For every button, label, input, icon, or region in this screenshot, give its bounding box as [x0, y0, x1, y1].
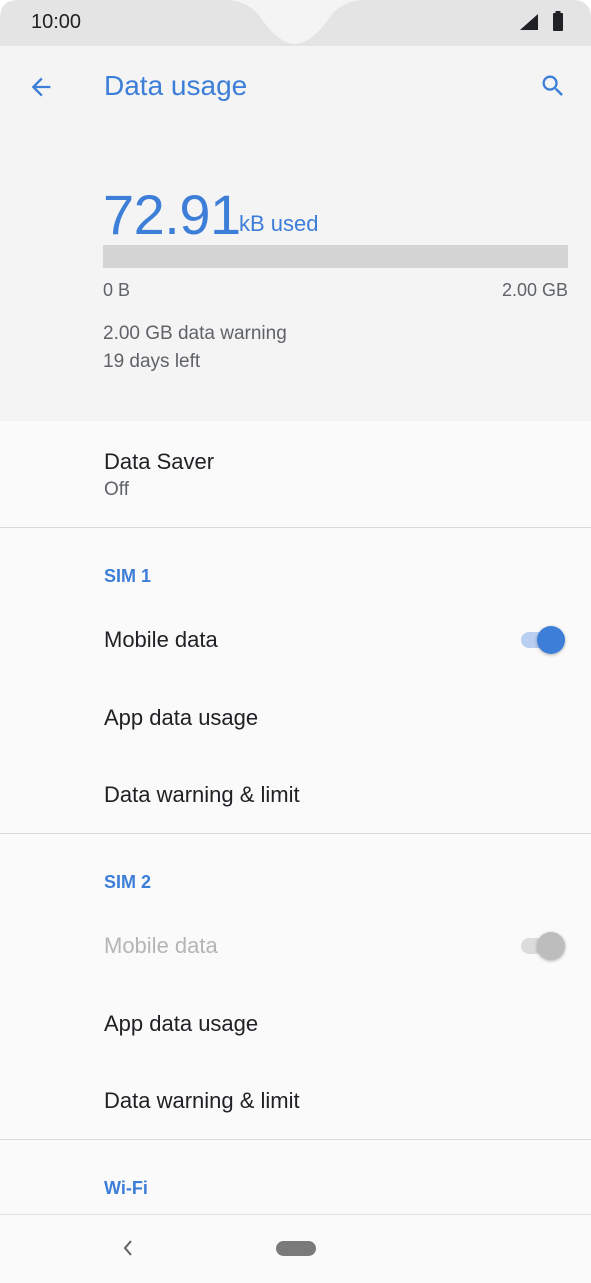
navigation-bar — [0, 1214, 591, 1283]
divider — [0, 833, 591, 834]
data-saver-title: Data Saver — [104, 449, 214, 475]
sim1-mobile-data-label: Mobile data — [104, 627, 218, 653]
settings-list: Data Saver Off SIM 1 Mobile data App dat… — [0, 421, 591, 1214]
notch-shape — [0, 0, 591, 46]
page-title: Data usage — [104, 70, 247, 102]
section-header-wifi: Wi-Fi — [104, 1178, 148, 1199]
search-icon — [539, 72, 567, 100]
data-saver-item[interactable]: Data Saver Off — [0, 421, 591, 527]
sim1-app-data-usage-label: App data usage — [104, 705, 258, 731]
nav-back-button[interactable] — [116, 1233, 140, 1263]
toggle-thumb — [537, 932, 565, 960]
sim1-mobile-data-item[interactable]: Mobile data — [0, 601, 591, 679]
usage-amount: 72.91 — [103, 182, 241, 247]
nav-home-button[interactable] — [276, 1241, 316, 1256]
section-header-sim2: SIM 2 — [104, 872, 151, 893]
sim2-data-warning-limit-item[interactable]: Data warning & limit — [0, 1063, 591, 1139]
chevron-left-icon — [121, 1239, 135, 1257]
sim2-mobile-data-toggle — [519, 930, 565, 962]
sim2-mobile-data-item: Mobile data — [0, 907, 591, 985]
sim1-data-warning-limit-label: Data warning & limit — [104, 782, 300, 808]
usage-bar-min: 0 B — [103, 280, 130, 301]
sim1-app-data-usage-item[interactable]: App data usage — [0, 679, 591, 757]
app-bar: Data usage — [0, 46, 591, 130]
data-saver-status: Off — [104, 479, 129, 501]
sim2-mobile-data-label: Mobile data — [104, 933, 218, 959]
toggle-thumb — [537, 626, 565, 654]
sim2-app-data-usage-label: App data usage — [104, 1011, 258, 1037]
usage-bar-max: 2.00 GB — [502, 280, 568, 301]
sim2-app-data-usage-item[interactable]: App data usage — [0, 985, 591, 1063]
arrow-back-icon — [27, 73, 55, 101]
sim1-mobile-data-toggle[interactable] — [519, 624, 565, 656]
sim2-data-warning-limit-label: Data warning & limit — [104, 1088, 300, 1114]
sim1-data-warning-limit-item[interactable]: Data warning & limit — [0, 757, 591, 833]
signal-icon — [519, 13, 539, 31]
divider — [0, 527, 591, 528]
back-button[interactable] — [20, 66, 62, 108]
usage-summary: 72.91 kB used 0 B 2.00 GB 2.00 GB data w… — [0, 130, 591, 421]
usage-unit: kB used — [239, 211, 319, 237]
search-button[interactable] — [531, 64, 575, 108]
usage-progress-bar — [103, 245, 568, 268]
battery-icon — [552, 11, 564, 31]
status-time: 10:00 — [31, 11, 81, 34]
data-warning-text: 2.00 GB data warning — [103, 323, 287, 345]
days-left-text: 19 days left — [103, 351, 200, 373]
status-bar: 10:00 — [0, 0, 591, 46]
section-header-sim1: SIM 1 — [104, 566, 151, 587]
divider — [0, 1139, 591, 1140]
